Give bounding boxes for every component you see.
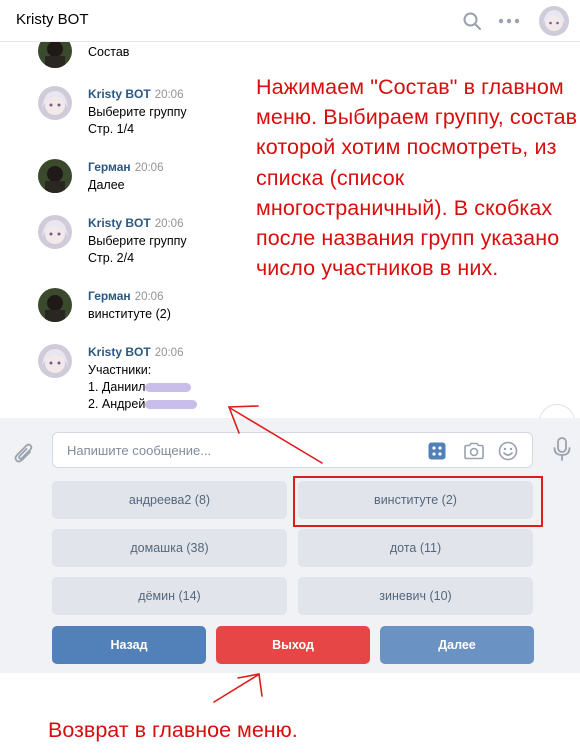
keyboard-button-group[interactable]: домашка (38)	[52, 529, 287, 567]
message-time: 20:06	[154, 347, 184, 359]
message-text-row: 2. Андрей	[88, 396, 288, 413]
avatar	[38, 288, 72, 322]
message-author[interactable]: Kristy BOT	[88, 345, 151, 359]
microphone-icon[interactable]	[552, 436, 572, 467]
next-button[interactable]: Далее	[380, 626, 534, 664]
exit-button[interactable]: Выход	[216, 626, 370, 664]
message-time: 20:06	[134, 162, 164, 174]
message-author[interactable]: Kristy BOT	[88, 87, 151, 101]
attach-icon[interactable]	[13, 441, 35, 470]
scroll-down-button[interactable]	[539, 404, 575, 418]
message-time: 20:06	[154, 89, 184, 101]
message-input[interactable]: Напишите сообщение...	[52, 432, 533, 468]
avatar	[38, 215, 72, 249]
more-icon[interactable]	[497, 9, 521, 33]
keyboard-button-group[interactable]: андреева2 (8)	[52, 481, 287, 519]
annotation-exit-text: Возврат в главное меню.	[48, 718, 298, 742]
keyboard-button-group[interactable]: дёмин (14)	[52, 577, 287, 615]
message-text: винституте (2)	[88, 307, 171, 321]
avatar	[38, 159, 72, 193]
arrow-to-exit	[213, 673, 263, 703]
chat-title: Kristy BOT	[16, 11, 89, 28]
message-input-placeholder: Напишите сообщение...	[67, 443, 212, 458]
keyboard-button-group[interactable]: дота (11)	[298, 529, 533, 567]
message-text: Участники:	[88, 363, 152, 377]
message-text: 1. Даниил	[88, 380, 146, 394]
message-text: Состав	[88, 45, 130, 59]
avatar	[38, 42, 72, 68]
camera-icon[interactable]	[463, 440, 485, 462]
redacted-mark	[145, 400, 198, 410]
avatar[interactable]	[539, 6, 569, 36]
message-text-row: 1. Даниил	[88, 379, 288, 396]
search-icon[interactable]	[460, 9, 484, 33]
keyboard-button-group[interactable]: зиневич (10)	[298, 577, 533, 615]
chat-header: Kristy BOT	[0, 0, 580, 42]
annotation-text: Нажимаем "Состав" в главном меню. Выбира…	[256, 75, 578, 281]
message-author[interactable]: Герман	[88, 289, 131, 303]
highlight-frame	[293, 476, 543, 527]
message-author[interactable]: Герман	[88, 160, 131, 174]
message-text: 2. Андрей	[88, 397, 146, 411]
message-time: 20:06	[134, 291, 164, 303]
redacted-mark	[145, 383, 192, 393]
keyboard-icon[interactable]	[426, 440, 448, 462]
avatar	[38, 344, 72, 378]
back-button[interactable]: Назад	[52, 626, 206, 664]
message-author[interactable]: Kristy BOT	[88, 216, 151, 230]
avatar	[38, 86, 72, 120]
emoji-icon[interactable]	[497, 440, 519, 462]
message-time: 20:06	[154, 218, 184, 230]
